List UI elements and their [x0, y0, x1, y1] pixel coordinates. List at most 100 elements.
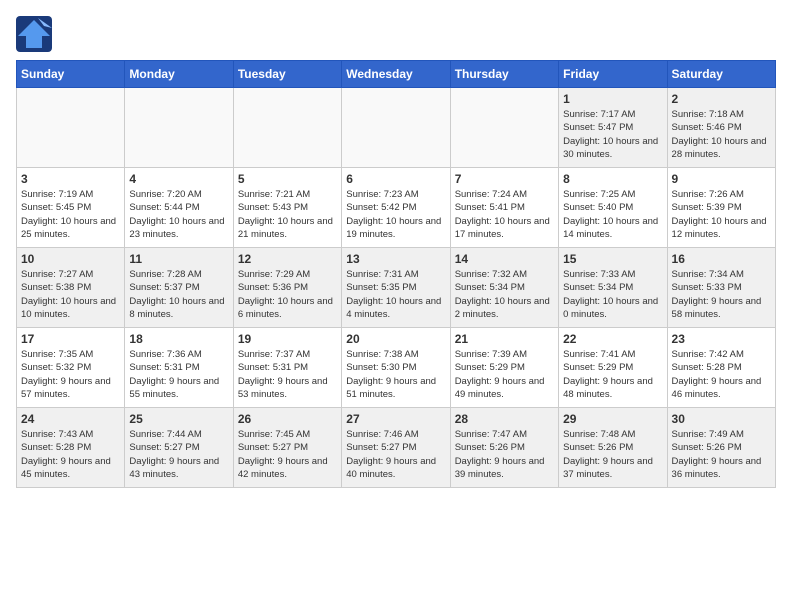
calendar-cell: 27 Sunrise: 7:46 AM Sunset: 5:27 PM Dayli… [342, 408, 450, 488]
day-info: Sunrise: 7:42 AM Sunset: 5:28 PM Dayligh… [672, 348, 771, 401]
calendar-week-2: 3 Sunrise: 7:19 AM Sunset: 5:45 PM Daylig… [17, 168, 776, 248]
day-info: Sunrise: 7:33 AM Sunset: 5:34 PM Dayligh… [563, 268, 662, 321]
column-header-friday: Friday [559, 61, 667, 88]
day-number: 11 [129, 252, 228, 266]
day-number: 7 [455, 172, 554, 186]
day-number: 28 [455, 412, 554, 426]
calendar-cell [450, 88, 558, 168]
day-number: 1 [563, 92, 662, 106]
calendar-cell: 30Sunrise: 7:49 AM Sunset: 5:26 PM Dayli… [667, 408, 775, 488]
calendar-cell: 28 Sunrise: 7:47 AM Sunset: 5:26 PM Dayli… [450, 408, 558, 488]
day-info: Sunrise: 7:37 AM Sunset: 5:31 PM Dayligh… [238, 348, 337, 401]
day-number: 5 [238, 172, 337, 186]
day-number: 20 [346, 332, 445, 346]
day-info: Sunrise: 7:25 AM Sunset: 5:40 PM Dayligh… [563, 188, 662, 241]
day-info: Sunrise: 7:34 AM Sunset: 5:33 PM Dayligh… [672, 268, 771, 321]
day-info: Sunrise: 7:21 AM Sunset: 5:43 PM Dayligh… [238, 188, 337, 241]
day-info: Sunrise: 7:46 AM Sunset: 5:27 PM Dayligh… [346, 428, 445, 481]
day-number: 9 [672, 172, 771, 186]
calendar-cell: 16 Sunrise: 7:34 AM Sunset: 5:33 PM Dayli… [667, 248, 775, 328]
day-number: 6 [346, 172, 445, 186]
logo [16, 16, 56, 52]
day-number: 8 [563, 172, 662, 186]
column-header-saturday: Saturday [667, 61, 775, 88]
day-info: Sunrise: 7:31 AM Sunset: 5:35 PM Dayligh… [346, 268, 445, 321]
day-info: Sunrise: 7:41 AM Sunset: 5:29 PM Dayligh… [563, 348, 662, 401]
calendar-cell: 20Sunrise: 7:38 AM Sunset: 5:30 PM Dayli… [342, 328, 450, 408]
calendar-cell: 25 Sunrise: 7:44 AM Sunset: 5:27 PM Dayli… [125, 408, 233, 488]
day-number: 18 [129, 332, 228, 346]
calendar-cell: 8 Sunrise: 7:25 AM Sunset: 5:40 PM Daylig… [559, 168, 667, 248]
day-info: Sunrise: 7:35 AM Sunset: 5:32 PM Dayligh… [21, 348, 120, 401]
day-info: Sunrise: 7:48 AM Sunset: 5:26 PM Dayligh… [563, 428, 662, 481]
day-info: Sunrise: 7:45 AM Sunset: 5:27 PM Dayligh… [238, 428, 337, 481]
calendar-cell: 6 Sunrise: 7:23 AM Sunset: 5:42 PM Daylig… [342, 168, 450, 248]
calendar-cell: 1 Sunrise: 7:17 AM Sunset: 5:47 PM Daylig… [559, 88, 667, 168]
day-info: Sunrise: 7:26 AM Sunset: 5:39 PM Dayligh… [672, 188, 771, 241]
day-number: 16 [672, 252, 771, 266]
calendar-cell: 17 Sunrise: 7:35 AM Sunset: 5:32 PM Dayli… [17, 328, 125, 408]
calendar-cell [125, 88, 233, 168]
day-info: Sunrise: 7:18 AM Sunset: 5:46 PM Dayligh… [672, 108, 771, 161]
day-number: 30 [672, 412, 771, 426]
calendar-cell: 24Sunrise: 7:43 AM Sunset: 5:28 PM Dayli… [17, 408, 125, 488]
day-info: Sunrise: 7:29 AM Sunset: 5:36 PM Dayligh… [238, 268, 337, 321]
calendar-cell: 14 Sunrise: 7:32 AM Sunset: 5:34 PM Dayli… [450, 248, 558, 328]
day-info: Sunrise: 7:23 AM Sunset: 5:42 PM Dayligh… [346, 188, 445, 241]
day-number: 17 [21, 332, 120, 346]
day-number: 29 [563, 412, 662, 426]
calendar-cell: 3 Sunrise: 7:19 AM Sunset: 5:45 PM Daylig… [17, 168, 125, 248]
day-number: 21 [455, 332, 554, 346]
calendar-cell: 18 Sunrise: 7:36 AM Sunset: 5:31 PM Dayli… [125, 328, 233, 408]
day-number: 15 [563, 252, 662, 266]
calendar-cell: 9 Sunrise: 7:26 AM Sunset: 5:39 PM Daylig… [667, 168, 775, 248]
day-info: Sunrise: 7:44 AM Sunset: 5:27 PM Dayligh… [129, 428, 228, 481]
day-number: 3 [21, 172, 120, 186]
day-number: 13 [346, 252, 445, 266]
calendar-cell: 4 Sunrise: 7:20 AM Sunset: 5:44 PM Daylig… [125, 168, 233, 248]
calendar-cell: 12 Sunrise: 7:29 AM Sunset: 5:36 PM Dayli… [233, 248, 341, 328]
calendar-cell: 19Sunrise: 7:37 AM Sunset: 5:31 PM Dayli… [233, 328, 341, 408]
day-info: Sunrise: 7:17 AM Sunset: 5:47 PM Dayligh… [563, 108, 662, 161]
calendar-cell: 7 Sunrise: 7:24 AM Sunset: 5:41 PM Daylig… [450, 168, 558, 248]
calendar-cell [233, 88, 341, 168]
day-info: Sunrise: 7:32 AM Sunset: 5:34 PM Dayligh… [455, 268, 554, 321]
column-header-wednesday: Wednesday [342, 61, 450, 88]
day-number: 12 [238, 252, 337, 266]
calendar-week-4: 17 Sunrise: 7:35 AM Sunset: 5:32 PM Dayli… [17, 328, 776, 408]
day-info: Sunrise: 7:36 AM Sunset: 5:31 PM Dayligh… [129, 348, 228, 401]
calendar-cell: 13 Sunrise: 7:31 AM Sunset: 5:35 PM Dayli… [342, 248, 450, 328]
day-info: Sunrise: 7:24 AM Sunset: 5:41 PM Dayligh… [455, 188, 554, 241]
page-header [16, 16, 776, 52]
day-number: 25 [129, 412, 228, 426]
calendar-cell: 15 Sunrise: 7:33 AM Sunset: 5:34 PM Dayli… [559, 248, 667, 328]
day-number: 2 [672, 92, 771, 106]
calendar-cell: 2 Sunrise: 7:18 AM Sunset: 5:46 PM Daylig… [667, 88, 775, 168]
day-info: Sunrise: 7:47 AM Sunset: 5:26 PM Dayligh… [455, 428, 554, 481]
day-info: Sunrise: 7:19 AM Sunset: 5:45 PM Dayligh… [21, 188, 120, 241]
calendar-cell [342, 88, 450, 168]
calendar-cell: 21 Sunrise: 7:39 AM Sunset: 5:29 PM Dayli… [450, 328, 558, 408]
calendar-cell: 22 Sunrise: 7:41 AM Sunset: 5:29 PM Dayli… [559, 328, 667, 408]
day-info: Sunrise: 7:20 AM Sunset: 5:44 PM Dayligh… [129, 188, 228, 241]
day-number: 24 [21, 412, 120, 426]
column-header-monday: Monday [125, 61, 233, 88]
calendar-week-3: 10 Sunrise: 7:27 AM Sunset: 5:38 PM Dayli… [17, 248, 776, 328]
calendar-header-row: SundayMondayTuesdayWednesdayThursdayFrid… [17, 61, 776, 88]
logo-icon [16, 16, 52, 52]
day-info: Sunrise: 7:27 AM Sunset: 5:38 PM Dayligh… [21, 268, 120, 321]
day-number: 27 [346, 412, 445, 426]
day-number: 22 [563, 332, 662, 346]
calendar-cell: 5 Sunrise: 7:21 AM Sunset: 5:43 PM Daylig… [233, 168, 341, 248]
day-info: Sunrise: 7:39 AM Sunset: 5:29 PM Dayligh… [455, 348, 554, 401]
calendar-cell: 11 Sunrise: 7:28 AM Sunset: 5:37 PM Dayli… [125, 248, 233, 328]
day-number: 10 [21, 252, 120, 266]
calendar-week-1: 1 Sunrise: 7:17 AM Sunset: 5:47 PM Daylig… [17, 88, 776, 168]
day-number: 4 [129, 172, 228, 186]
calendar-week-5: 24Sunrise: 7:43 AM Sunset: 5:28 PM Dayli… [17, 408, 776, 488]
calendar-cell [17, 88, 125, 168]
day-info: Sunrise: 7:28 AM Sunset: 5:37 PM Dayligh… [129, 268, 228, 321]
column-header-tuesday: Tuesday [233, 61, 341, 88]
day-number: 14 [455, 252, 554, 266]
column-header-sunday: Sunday [17, 61, 125, 88]
